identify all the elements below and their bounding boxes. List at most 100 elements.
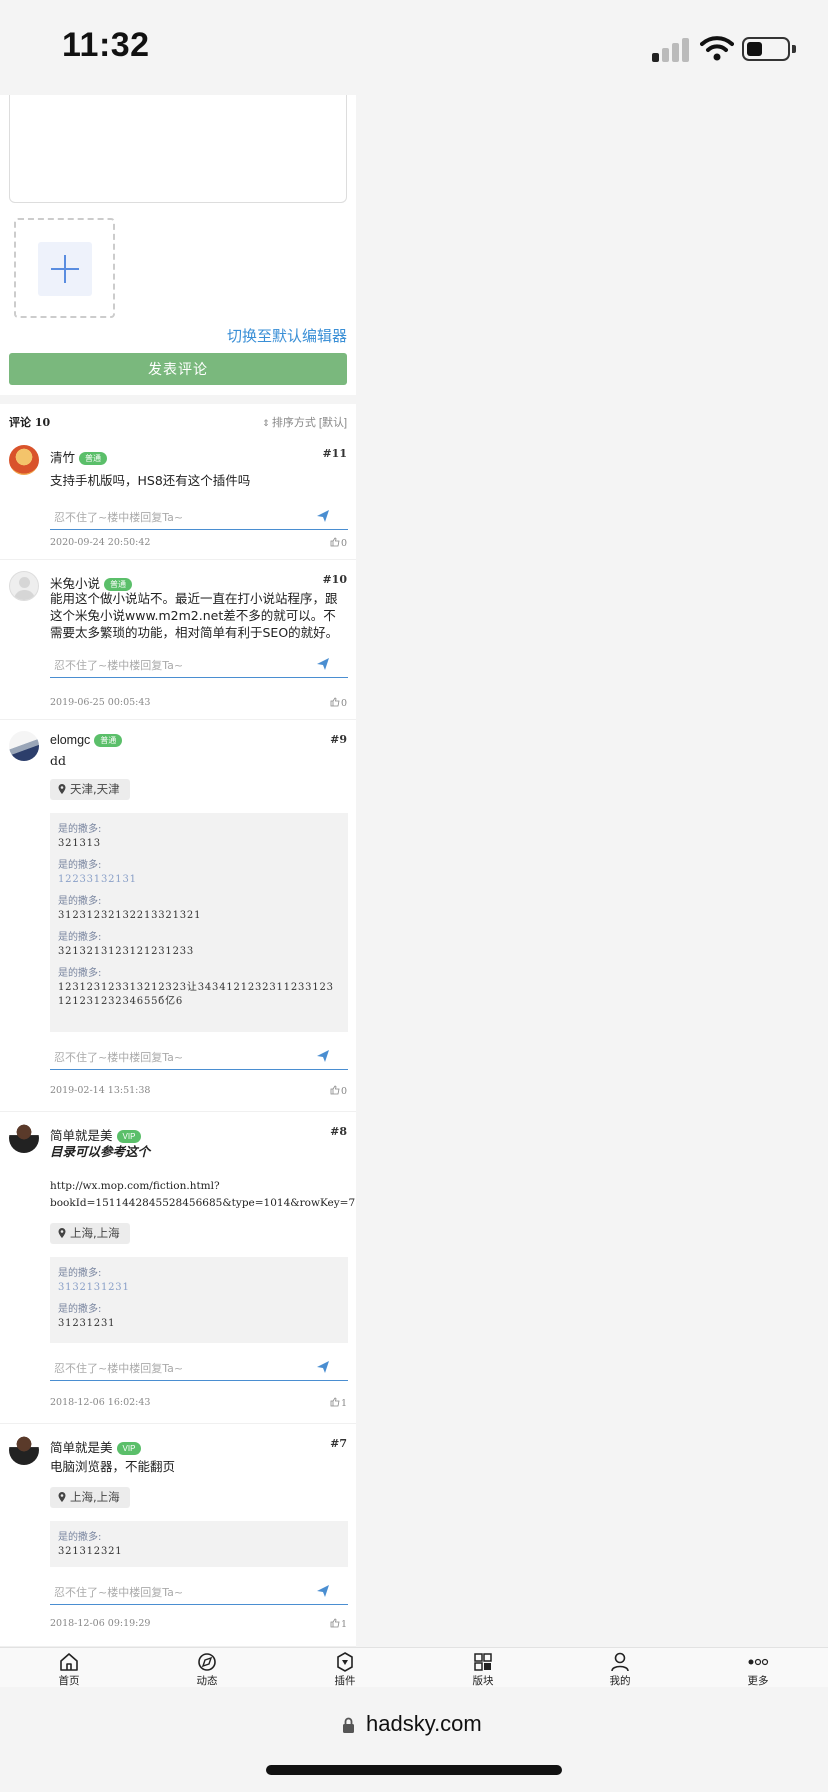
- sort-dropdown[interactable]: ⇕ 排序方式 [默认]: [262, 414, 347, 430]
- comment-url-line[interactable]: http://wx.mop.com/fiction.html?: [50, 1178, 356, 1195]
- send-icon[interactable]: [316, 1584, 330, 1598]
- like-button[interactable]: 0: [330, 697, 347, 709]
- location-text: 上海,上海: [70, 1226, 120, 1240]
- user-badge: 普通: [94, 734, 123, 747]
- thumbs-up-icon: [330, 1085, 340, 1095]
- location-pin-icon: [58, 1228, 66, 1238]
- extra-value: 321312321: [58, 1546, 123, 1557]
- cellular-signal-icon: [652, 36, 692, 62]
- send-icon[interactable]: [316, 657, 330, 671]
- reply-input[interactable]: 忍不住了~楼中楼回复Ta~: [50, 1044, 348, 1070]
- author-name[interactable]: 米兔小说: [50, 577, 100, 591]
- location-tag: 天津,天津: [50, 779, 130, 800]
- image-upload-button[interactable]: [14, 218, 115, 318]
- switch-editor-link[interactable]: 切换至默认编辑器: [227, 325, 347, 346]
- comment-body: dd: [50, 753, 67, 768]
- author-name[interactable]: 清竹: [50, 451, 75, 465]
- comments-count-title: 评论 10: [9, 416, 51, 429]
- avatar[interactable]: [9, 445, 39, 475]
- comment-item: elomgc 普通 #9 dd 天津,天津 是的撒多: 321313 是的撒多: …: [0, 720, 356, 1112]
- comment-body: 目录可以参考这个: [50, 1144, 151, 1159]
- send-icon[interactable]: [316, 1360, 330, 1374]
- extra-value[interactable]: 12233132131: [58, 873, 340, 887]
- extra-fields: 是的撒多: 321313 是的撒多: 12233132131 是的撒多: 312…: [50, 813, 348, 1032]
- user-badge: VIP: [116, 1442, 142, 1455]
- comment-body: 能用这个做小说站不。最近一直在打小说站程序，跟这个米兔小说www.m2m2.ne…: [50, 591, 339, 640]
- location-pin-icon: [58, 784, 66, 794]
- tab-forums[interactable]: 版块: [453, 1652, 513, 1688]
- floor-number: #10: [322, 573, 347, 586]
- comment-author[interactable]: 清竹 普通: [50, 447, 108, 466]
- floor-number: #7: [330, 1437, 347, 1450]
- comment-item: 简单就是美 VIP #7 电脑浏览器，不能翻页 上海,上海 是的撒多: 32131…: [0, 1424, 356, 1647]
- comments-header: 评论 10 ⇕ 排序方式 [默认]: [0, 404, 356, 434]
- thumbs-up-icon: [330, 537, 340, 547]
- extra-value: 31231232132213321321: [58, 910, 202, 921]
- user-badge: 普通: [79, 452, 108, 465]
- send-icon[interactable]: [316, 1049, 330, 1063]
- author-name[interactable]: elomgc: [50, 733, 90, 747]
- comment-url-line[interactable]: bookId=1511442845528456685&type=1014&row…: [50, 1195, 356, 1212]
- comment-author[interactable]: 简单就是美 VIP: [50, 1437, 142, 1456]
- location-tag: 上海,上海: [50, 1487, 130, 1508]
- reply-input[interactable]: 忍不住了~楼中楼回复Ta~: [50, 652, 348, 678]
- tab-label: 插件: [334, 1675, 356, 1687]
- comment-body: 电脑浏览器，不能翻页: [50, 1459, 176, 1474]
- author-name[interactable]: 简单就是美: [50, 1129, 113, 1143]
- compass-icon: [198, 1653, 216, 1671]
- like-count: 0: [340, 698, 347, 709]
- comment-date: 2019-02-14 13:51:38: [50, 1085, 151, 1096]
- like-button[interactable]: 0: [330, 1085, 347, 1097]
- like-button[interactable]: 1: [330, 1618, 347, 1630]
- like-button[interactable]: 0: [330, 537, 347, 549]
- more-dots-icon: [748, 1658, 769, 1666]
- comment-item: 简单就是美 VIP #8 目录可以参考这个 http://wx.mop.com/f…: [0, 1112, 356, 1424]
- like-count: 1: [340, 1398, 347, 1409]
- comment-date: 2019-06-25 00:05:43: [50, 697, 151, 708]
- user-badge: VIP: [116, 1130, 142, 1143]
- avatar[interactable]: [9, 731, 39, 761]
- tab-mine[interactable]: 我的: [590, 1652, 650, 1688]
- submit-comment-button[interactable]: 发表评论: [9, 353, 347, 385]
- comment-author[interactable]: elomgc 普通: [50, 733, 123, 747]
- section-divider: [0, 395, 356, 404]
- extra-label: 是的撒多:: [58, 860, 102, 871]
- extra-label: 是的撒多:: [58, 896, 102, 907]
- avatar[interactable]: [9, 1435, 39, 1465]
- tab-label: 动态: [196, 1675, 218, 1687]
- extra-label: 是的撒多:: [58, 1268, 102, 1279]
- location-text: 天津,天津: [70, 782, 120, 796]
- location-tag: 上海,上海: [50, 1223, 130, 1244]
- floor-number: #8: [330, 1125, 347, 1138]
- author-name[interactable]: 简单就是美: [50, 1441, 113, 1455]
- avatar[interactable]: [9, 571, 39, 601]
- home-icon: [60, 1653, 78, 1671]
- comment-body: 支持手机版吗，HS8还有这个插件吗: [50, 473, 251, 488]
- reply-input[interactable]: 忍不住了~楼中楼回复Ta~: [50, 504, 348, 530]
- avatar[interactable]: [9, 1123, 39, 1153]
- plugin-icon: [337, 1652, 353, 1672]
- like-button[interactable]: 1: [330, 1397, 347, 1409]
- comment-editor[interactable]: [9, 95, 347, 203]
- like-count: 0: [340, 538, 347, 549]
- thumbs-up-icon: [330, 697, 340, 707]
- reply-input[interactable]: 忍不住了~楼中楼回复Ta~: [50, 1579, 348, 1605]
- extra-value: 123123123313212323让343412123231123312312…: [58, 982, 334, 1007]
- extra-fields: 是的撒多: 321312321: [50, 1521, 348, 1567]
- tab-activity[interactable]: 动态: [177, 1652, 237, 1688]
- floor-number: #9: [330, 733, 347, 746]
- user-icon: [611, 1652, 629, 1672]
- comment-author[interactable]: 简单就是美 VIP: [50, 1125, 142, 1144]
- send-icon[interactable]: [316, 509, 330, 523]
- url-text[interactable]: hadsky.com: [366, 1711, 482, 1737]
- thumbs-up-icon: [330, 1397, 340, 1407]
- tab-home[interactable]: 首页: [39, 1652, 99, 1688]
- bottom-tab-bar: 首页 动态 插件 版块 我的 更多: [0, 1647, 828, 1687]
- reply-input[interactable]: 忍不住了~楼中楼回复Ta~: [50, 1355, 348, 1381]
- tab-more[interactable]: 更多: [728, 1652, 788, 1688]
- browser-address-bar[interactable]: hadsky.com: [0, 1687, 828, 1792]
- extra-value[interactable]: 3132131231: [58, 1281, 340, 1295]
- extra-value: 31231231: [58, 1318, 116, 1329]
- home-indicator[interactable]: [266, 1765, 562, 1775]
- tab-plugins[interactable]: 插件: [315, 1652, 375, 1688]
